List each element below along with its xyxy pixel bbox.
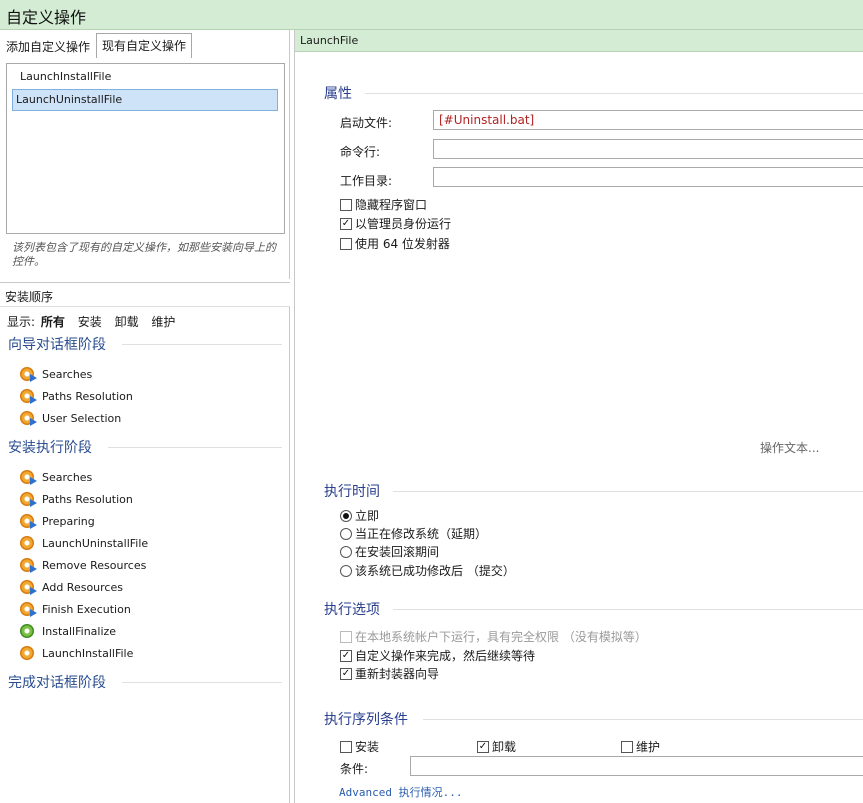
sequence-step[interactable]: Add Resources	[20, 577, 123, 597]
divider	[393, 609, 863, 610]
sequence-step[interactable]: Paths Resolution	[20, 489, 133, 509]
filter-prefix: 显示:	[7, 315, 36, 329]
section-properties-title: 属性	[324, 86, 352, 102]
sequence-step[interactable]: LaunchInstallFile	[20, 643, 133, 663]
gear-arrow-icon	[20, 388, 37, 404]
gear-green-icon	[20, 623, 36, 639]
phase-title: 安装执行阶段	[8, 440, 92, 456]
gear-arrow-icon	[20, 579, 37, 595]
action-text-link[interactable]: 操作文本...	[760, 439, 819, 456]
timing-radio-immediate[interactable]: 立即	[340, 507, 379, 524]
divider	[108, 447, 282, 448]
sequence-step[interactable]: InstallFinalize	[20, 621, 116, 641]
condition-uninstall-checkbox[interactable]: 卸载	[477, 738, 516, 755]
timing-radio-commit[interactable]: 该系统已成功修改后 （提交）	[340, 562, 515, 579]
condition-input[interactable]	[410, 756, 863, 776]
list-item[interactable]: LaunchUninstallFile	[12, 89, 278, 111]
tab-add-custom-action[interactable]: 添加自定义操作	[1, 35, 95, 57]
gear-arrow-icon	[20, 601, 37, 617]
use-64bit-launcher-checkbox[interactable]: 使用 64 位发射器	[340, 235, 450, 252]
divider	[365, 93, 863, 94]
command-line-label: 命令行:	[340, 145, 381, 159]
section-timing-title: 执行时间	[324, 484, 380, 500]
divider	[122, 682, 282, 683]
sequence-step[interactable]: Searches	[20, 467, 92, 487]
section-exec-options-title: 执行选项	[324, 602, 380, 618]
filter-install[interactable]: 安装	[78, 315, 102, 329]
tab-existing-custom-actions[interactable]: 现有自定义操作	[96, 33, 193, 58]
phase-title: 完成对话框阶段	[8, 675, 106, 691]
window-title: 自定义操作	[0, 0, 863, 30]
sequence-step[interactable]: LaunchUninstallFile	[20, 533, 148, 553]
launch-file-label: 启动文件:	[340, 116, 393, 130]
install-sequence-panel: 安装顺序 显示: 所有 安装 卸载 维护 向导对话框阶段 Searches Pa…	[0, 282, 290, 803]
gear-arrow-icon	[20, 491, 37, 507]
condition-label: 条件:	[340, 762, 369, 776]
run-as-admin-checkbox[interactable]: 以管理员身份运行	[340, 215, 451, 232]
launch-file-input[interactable]: [#Uninstall.bat]	[433, 110, 863, 130]
sequence-step[interactable]: Remove Resources	[20, 555, 146, 575]
timing-radio-deferred[interactable]: 当正在修改系统（延期）	[340, 525, 487, 542]
gear-arrow-icon	[20, 366, 37, 382]
gear-icon	[20, 535, 36, 551]
divider	[423, 719, 863, 720]
section-conditions-title: 执行序列条件	[324, 712, 408, 728]
working-dir-label: 工作目录:	[340, 174, 393, 188]
sequence-step[interactable]: Preparing	[20, 511, 95, 531]
gear-arrow-icon	[20, 410, 37, 426]
sequence-step[interactable]: Finish Execution	[20, 599, 131, 619]
sequence-filter: 显示: 所有 安装 卸载 维护	[7, 313, 184, 330]
detail-header: LaunchFile	[295, 30, 863, 52]
sequence-step[interactable]: Paths Resolution	[20, 386, 133, 406]
list-item[interactable]: LaunchInstallFile	[12, 67, 278, 89]
gear-arrow-icon	[20, 557, 37, 573]
command-line-input[interactable]	[433, 139, 863, 159]
action-detail-panel: LaunchFile 属性 启动文件: [#Uninstall.bat] 命令行…	[294, 30, 863, 803]
timing-radio-rollback[interactable]: 在安装回滚期间	[340, 543, 439, 560]
gear-arrow-icon	[20, 469, 37, 485]
sequence-step[interactable]: Searches	[20, 364, 92, 384]
divider	[393, 491, 863, 492]
filter-maintenance[interactable]: 维护	[151, 315, 175, 329]
repackager-wizard-checkbox[interactable]: 重新封装器向导	[340, 665, 439, 682]
advanced-execution-link[interactable]: Advanced 执行情况...	[339, 784, 462, 800]
list-hint: 该列表包含了现有的自定义操作，如那些安装向导上的控件。	[12, 241, 276, 268]
tab-strip: 添加自定义操作 现有自定义操作	[0, 33, 290, 58]
wait-for-completion-checkbox[interactable]: 自定义操作来完成，然后继续等待	[340, 647, 535, 664]
sequence-header: 安装顺序	[0, 283, 290, 307]
divider	[122, 344, 282, 345]
custom-action-list[interactable]: LaunchInstallFile LaunchUninstallFile	[6, 63, 285, 234]
gear-arrow-icon	[20, 513, 37, 529]
phase-title: 向导对话框阶段	[8, 337, 106, 353]
filter-all[interactable]: 所有	[41, 315, 65, 329]
hide-window-checkbox[interactable]: 隐藏程序窗口	[340, 196, 427, 213]
working-dir-input[interactable]	[433, 167, 863, 187]
run-as-system-checkbox[interactable]: 在本地系统帐户下运行，具有完全权限 （没有模拟等）	[340, 628, 647, 645]
action-list-panel: 添加自定义操作 现有自定义操作 LaunchInstallFile Launch…	[0, 30, 290, 279]
filter-uninstall[interactable]: 卸载	[115, 315, 139, 329]
gear-icon	[20, 645, 36, 661]
condition-install-checkbox[interactable]: 安装	[340, 738, 379, 755]
sequence-step[interactable]: User Selection	[20, 408, 121, 428]
condition-maintenance-checkbox[interactable]: 维护	[621, 738, 660, 755]
